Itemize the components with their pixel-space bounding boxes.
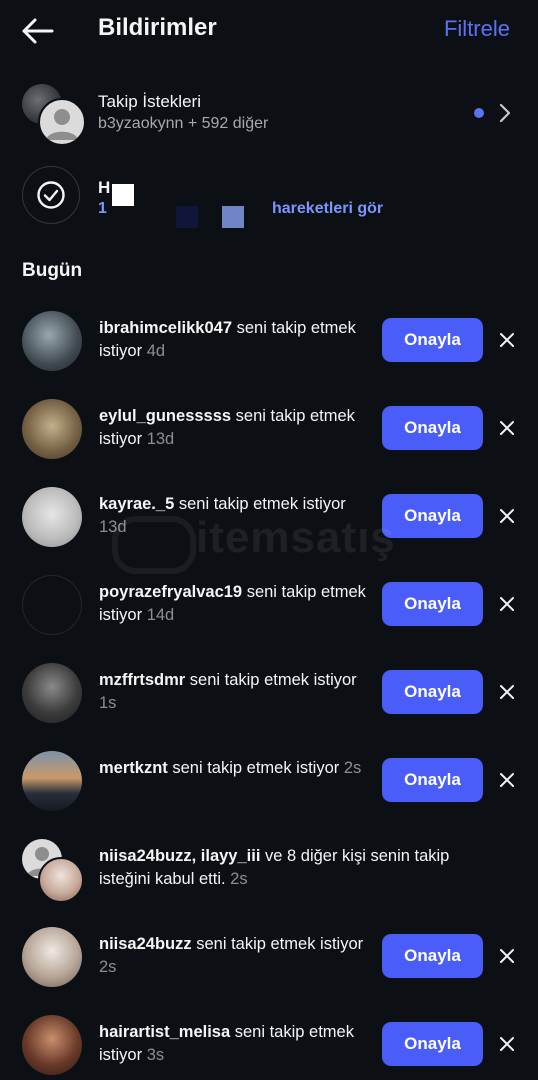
timestamp: 13d	[146, 430, 175, 448]
timestamp: 4d	[146, 342, 166, 360]
username-link[interactable]: mzffrtsdmr	[99, 671, 185, 689]
check-circle-icon	[37, 181, 65, 209]
filter-button[interactable]: Filtrele	[444, 16, 510, 42]
back-arrow-icon[interactable]	[20, 16, 56, 46]
activity-row[interactable]: H 1 hareketleri gör	[0, 166, 538, 228]
username-link[interactable]: hairartist_melisa	[99, 1023, 230, 1041]
section-title-today: Bugün	[22, 260, 83, 281]
approve-button[interactable]: Onayla	[382, 318, 483, 362]
avatar[interactable]	[22, 399, 82, 459]
notification-text: eylul_gunesssss seni takip etmek istiyor…	[99, 405, 371, 451]
unread-dot	[474, 108, 484, 118]
approve-button[interactable]: Onayla	[382, 758, 483, 802]
notification-text: niisa24buzz seni takip etmek istiyor 2s	[99, 933, 371, 979]
timestamp: 14d	[146, 606, 175, 624]
accepted-notification-row: niisa24buzz, ilayy_iii ve 8 diğer kişi s…	[0, 835, 538, 903]
redaction-block	[222, 206, 244, 228]
activity-heading: H	[98, 178, 111, 197]
close-icon[interactable]	[499, 1036, 515, 1052]
close-icon[interactable]	[499, 420, 515, 436]
avatar[interactable]	[22, 487, 82, 547]
follow-requests-avatars	[22, 80, 86, 146]
notification-row: hairartist_melisa seni takip etmek istiy…	[0, 1011, 538, 1079]
timestamp: 2s	[343, 759, 362, 777]
approve-button[interactable]: Onayla	[382, 494, 483, 538]
username-link[interactable]: kayrae._5	[99, 495, 174, 513]
default-avatar-icon	[38, 98, 86, 146]
avatar[interactable]	[22, 1015, 82, 1075]
close-icon[interactable]	[499, 508, 515, 524]
notification-text: ibrahimcelikk047 seni takip etmek istiyo…	[99, 317, 371, 363]
close-icon[interactable]	[499, 332, 515, 348]
approve-button[interactable]: Onayla	[382, 934, 483, 978]
approve-button[interactable]: Onayla	[382, 406, 483, 450]
redaction-block	[112, 184, 134, 206]
activity-icon-circle	[22, 166, 80, 224]
close-icon[interactable]	[499, 948, 515, 964]
notification-message: seni takip etmek istiyor	[189, 671, 357, 689]
notification-row: poyrazefryalvac19 seni takip etmek istiy…	[0, 571, 538, 639]
timestamp: 2s	[99, 958, 117, 976]
notification-row: mzffrtsdmr seni takip etmek istiyor 1s O…	[0, 659, 538, 727]
avatar[interactable]	[22, 927, 82, 987]
notification-text: kayrae._5 seni takip etmek istiyor 13d	[99, 493, 371, 539]
username-link[interactable]: ibrahimcelikk047	[99, 319, 232, 337]
header: Bildirimler Filtrele	[0, 0, 538, 62]
notification-row: mertkznt seni takip etmek istiyor 2s Ona…	[0, 747, 538, 815]
approve-button[interactable]: Onayla	[382, 582, 483, 626]
redaction-block	[176, 206, 198, 228]
chevron-right-icon	[499, 103, 511, 123]
username-link[interactable]: mertkznt	[99, 759, 168, 777]
notification-text: hairartist_melisa seni takip etmek istiy…	[99, 1021, 371, 1067]
close-icon[interactable]	[499, 596, 515, 612]
close-icon[interactable]	[499, 684, 515, 700]
notification-text: poyrazefryalvac19 seni takip etmek istiy…	[99, 581, 371, 627]
avatar[interactable]	[22, 663, 82, 723]
username-link[interactable]: eylul_gunesssss	[99, 407, 231, 425]
notification-row: kayrae._5 seni takip etmek istiyor 13d O…	[0, 483, 538, 551]
notification-text: mertkznt seni takip etmek istiyor 2s	[99, 757, 371, 780]
username-link[interactable]: poyrazefryalvac19	[99, 583, 242, 601]
notification-text: niisa24buzz, ilayy_iii ve 8 diğer kişi s…	[99, 845, 499, 891]
close-icon[interactable]	[499, 772, 515, 788]
follow-requests-subtitle: b3yzaokynn + 592 diğer	[98, 115, 269, 132]
notification-text: mzffrtsdmr seni takip etmek istiyor 1s	[99, 669, 371, 715]
timestamp: 13d	[99, 518, 127, 536]
notification-message: seni takip etmek istiyor	[178, 495, 346, 513]
notification-message: seni takip etmek istiyor	[172, 759, 340, 777]
username-link[interactable]: niisa24buzz	[99, 935, 192, 953]
notification-row: niisa24buzz seni takip etmek istiyor 2s …	[0, 923, 538, 991]
timestamp: 1s	[99, 694, 117, 712]
approve-button[interactable]: Onayla	[382, 670, 483, 714]
follow-requests-row[interactable]: Takip İstekleri b3yzaokynn + 592 diğer	[0, 80, 538, 146]
timestamp: 2s	[230, 870, 248, 888]
avatar[interactable]	[22, 575, 82, 635]
approve-button[interactable]: Onayla	[382, 1022, 483, 1066]
notification-row: ibrahimcelikk047 seni takip etmek istiyo…	[0, 307, 538, 375]
avatar[interactable]	[22, 311, 82, 371]
notification-row: eylul_gunesssss seni takip etmek istiyor…	[0, 395, 538, 463]
activity-link[interactable]: hareketleri gör	[272, 200, 383, 218]
activity-link-number[interactable]: 1	[98, 200, 107, 218]
follow-requests-title: Takip İstekleri	[98, 92, 201, 111]
timestamp: 3s	[146, 1046, 165, 1064]
notification-message: seni takip etmek istiyor	[196, 935, 364, 953]
avatar	[38, 857, 84, 903]
avatar[interactable]	[22, 751, 82, 811]
accepted-avatars[interactable]	[22, 839, 84, 903]
page-title: Bildirimler	[98, 14, 217, 41]
username-link[interactable]: niisa24buzz, ilayy_iii	[99, 847, 260, 865]
